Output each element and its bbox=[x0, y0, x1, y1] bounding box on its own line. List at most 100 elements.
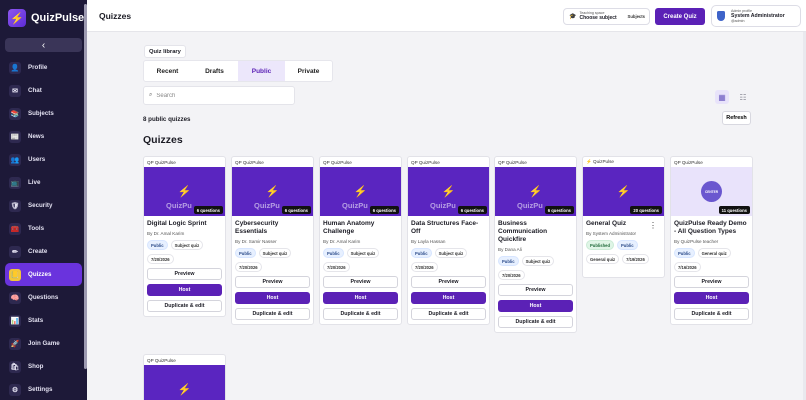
host-button[interactable]: Host bbox=[323, 292, 398, 305]
card-title: Data Structures Face-Off bbox=[411, 220, 479, 236]
preview-button[interactable]: Preview bbox=[147, 268, 222, 281]
duplicate-edit-button[interactable]: Duplicate & edit bbox=[498, 316, 573, 329]
card-date-row: 7/16/2026 bbox=[671, 258, 752, 273]
center-logo: CENTER bbox=[701, 181, 722, 202]
card-title: QuizPulse Ready Demo - All Question Type… bbox=[674, 220, 747, 236]
preview-button[interactable]: Preview bbox=[235, 276, 310, 289]
duplicate-edit-button[interactable]: Duplicate & edit bbox=[147, 300, 222, 313]
question-count-badge: 6 questions bbox=[457, 206, 487, 214]
teaching-space-selector[interactable]: 🎓 Teaching space Choose subject Subjects bbox=[563, 8, 650, 25]
sidebar-item-security[interactable]: 🛡 Security bbox=[0, 194, 87, 217]
date-tag: 7/20/2026 bbox=[235, 262, 262, 273]
sidebar-item-create[interactable]: ✏ Create bbox=[0, 240, 87, 263]
quiz-card[interactable]: QP QuizPulse ⚡ QuizPu 6 questions Human … bbox=[319, 156, 402, 326]
host-button[interactable]: Host bbox=[498, 300, 573, 313]
subjects-link[interactable]: Subjects bbox=[628, 14, 645, 19]
sidebar-item-subjects[interactable]: 📚 Subjects bbox=[0, 102, 87, 125]
quiz-card[interactable]: QP QuizPulse ⚡ QuizPu 6 questions Busine… bbox=[494, 156, 577, 334]
duplicate-edit-button[interactable]: Duplicate & edit bbox=[674, 308, 749, 321]
live-icon: 📺 bbox=[9, 176, 21, 189]
quiz-card[interactable]: QP QuizPulse ⚡ QuizPu 6 questions Digita… bbox=[143, 156, 226, 318]
quiz-card[interactable]: QP QuizPulse ⚡ QuizPu 6 questions Cybers… bbox=[231, 156, 314, 326]
bolt-icon: ⚡ bbox=[616, 186, 631, 198]
duplicate-edit-button[interactable]: Duplicate & edit bbox=[235, 308, 310, 321]
thumbnail-watermark: QuizPu bbox=[342, 201, 368, 210]
question-count-badge: 6 questions bbox=[544, 206, 574, 214]
sidebar-item-news[interactable]: 📰 News bbox=[0, 125, 87, 148]
sidebar-item-stats[interactable]: 📊 Stats bbox=[0, 309, 87, 332]
thumbnail-watermark: QuizPu bbox=[517, 201, 543, 210]
card-thumbnail: ⚡ bbox=[144, 365, 225, 400]
search-box[interactable]: ⌕ bbox=[143, 86, 295, 105]
shield-icon: 🛡 bbox=[9, 199, 21, 212]
card-source: QP QuizPulse bbox=[235, 159, 264, 165]
card-date-row: 7/20/2026 bbox=[144, 250, 225, 265]
sidebar-item-shop[interactable]: 🛍 Shop bbox=[0, 355, 87, 378]
graduation-cap-icon: 🎓 bbox=[569, 14, 577, 20]
date-tag: 7/20/2026 bbox=[147, 254, 174, 265]
card-source: ⚡ QuizPulse bbox=[586, 159, 614, 164]
toolbox-icon: 🧰 bbox=[9, 222, 21, 235]
date-tag: 7/20/2026 bbox=[411, 262, 438, 273]
sidebar-item-users[interactable]: 👥 Users bbox=[0, 148, 87, 171]
tab-drafts[interactable]: Drafts bbox=[191, 61, 238, 81]
sidebar-item-questions[interactable]: 🧠 Questions bbox=[0, 286, 87, 309]
tab-private[interactable]: Private bbox=[285, 61, 332, 81]
preview-button[interactable]: Preview bbox=[323, 276, 398, 289]
create-quiz-button[interactable]: Create Quiz bbox=[655, 8, 705, 25]
type-tag: Subject quiz bbox=[521, 256, 555, 267]
users-icon: 👥 bbox=[9, 153, 21, 166]
thumbnail-watermark: QuizPu bbox=[430, 201, 456, 210]
shield-icon bbox=[717, 11, 725, 21]
sidebar-item-join-game[interactable]: 🚀 Join Game bbox=[0, 332, 87, 355]
page-title: Quizzes bbox=[99, 11, 132, 21]
quiz-card[interactable]: QP QuizPulse CENTER 11 questions QuizPul… bbox=[670, 156, 753, 326]
refresh-button[interactable]: Refresh bbox=[722, 111, 751, 125]
admin-profile[interactable]: Admin profile System Administrator @admi… bbox=[711, 5, 801, 27]
card-thumbnail: ⚡ QuizPu 6 questions bbox=[320, 167, 401, 216]
sidebar-item-quizzes[interactable]: 📒 Quizzes bbox=[5, 263, 82, 286]
brand[interactable]: ⚡ QuizPulse bbox=[8, 9, 84, 27]
brain-icon: 🧠 bbox=[9, 291, 21, 304]
type-tag: Subject quiz bbox=[434, 248, 468, 259]
card-title: Business Communication Quickfire bbox=[498, 220, 548, 244]
bolt-icon: ⚡ bbox=[8, 9, 26, 27]
preview-button[interactable]: Preview bbox=[411, 276, 486, 289]
more-options-icon[interactable]: ⋮ bbox=[649, 221, 657, 230]
sidebar-item-settings[interactable]: ⚙ Settings bbox=[0, 378, 87, 400]
quiz-card[interactable]: QP QuizPulse ⚡ QuizPu 6 questions Data S… bbox=[407, 156, 490, 326]
question-count-badge: 6 questions bbox=[369, 206, 399, 214]
brand-name: QuizPulse bbox=[31, 12, 85, 24]
card-tags: Public Subject quiz bbox=[144, 236, 225, 251]
host-button[interactable]: Host bbox=[674, 292, 749, 305]
quiz-count: 8 public quizzes bbox=[143, 116, 191, 123]
host-button[interactable]: Host bbox=[235, 292, 310, 305]
duplicate-edit-button[interactable]: Duplicate & edit bbox=[323, 308, 398, 321]
sidebar-item-label: News bbox=[28, 133, 45, 140]
card-source: QP QuizPulse bbox=[674, 159, 703, 165]
sidebar-item-live[interactable]: 📺 Live bbox=[0, 171, 87, 194]
preview-button[interactable]: Preview bbox=[498, 284, 573, 297]
sidebar-item-profile[interactable]: 👤 Profile bbox=[0, 56, 87, 79]
search-input[interactable] bbox=[156, 92, 277, 99]
quiz-card[interactable]: ⚡ QuizPulse ⚡ 20 questions ⋮ General Qui… bbox=[582, 156, 665, 278]
host-button[interactable]: Host bbox=[411, 292, 486, 305]
quiz-card[interactable]: QP QuizPulse ⚡ bbox=[143, 354, 226, 400]
shopping-bag-icon: 🛍 bbox=[9, 360, 21, 373]
collapse-sidebar-button[interactable]: ‹ bbox=[5, 38, 82, 52]
sidebar-item-tools[interactable]: 🧰 Tools bbox=[0, 217, 87, 240]
list-view-button[interactable]: ☷ bbox=[736, 90, 750, 104]
tab-public[interactable]: Public bbox=[238, 61, 285, 81]
card-author: By Dr. Amal Karim bbox=[323, 239, 361, 245]
preview-button[interactable]: Preview bbox=[674, 276, 749, 289]
tab-recent[interactable]: Recent bbox=[144, 61, 191, 81]
card-author: By Layla Hassan bbox=[411, 239, 446, 245]
host-button[interactable]: Host bbox=[147, 284, 222, 297]
grid-view-button[interactable]: ▦ bbox=[715, 90, 729, 104]
card-author: By Dr. Amal Karim bbox=[147, 231, 185, 237]
card-tags: Public General quiz bbox=[671, 244, 752, 259]
sidebar-item-chat[interactable]: ✉ Chat bbox=[0, 79, 87, 102]
duplicate-edit-button[interactable]: Duplicate & edit bbox=[411, 308, 486, 321]
card-tags: Public Subject quiz bbox=[320, 244, 401, 259]
top-header: Quizzes 🎓 Teaching space Choose subject … bbox=[87, 0, 806, 32]
